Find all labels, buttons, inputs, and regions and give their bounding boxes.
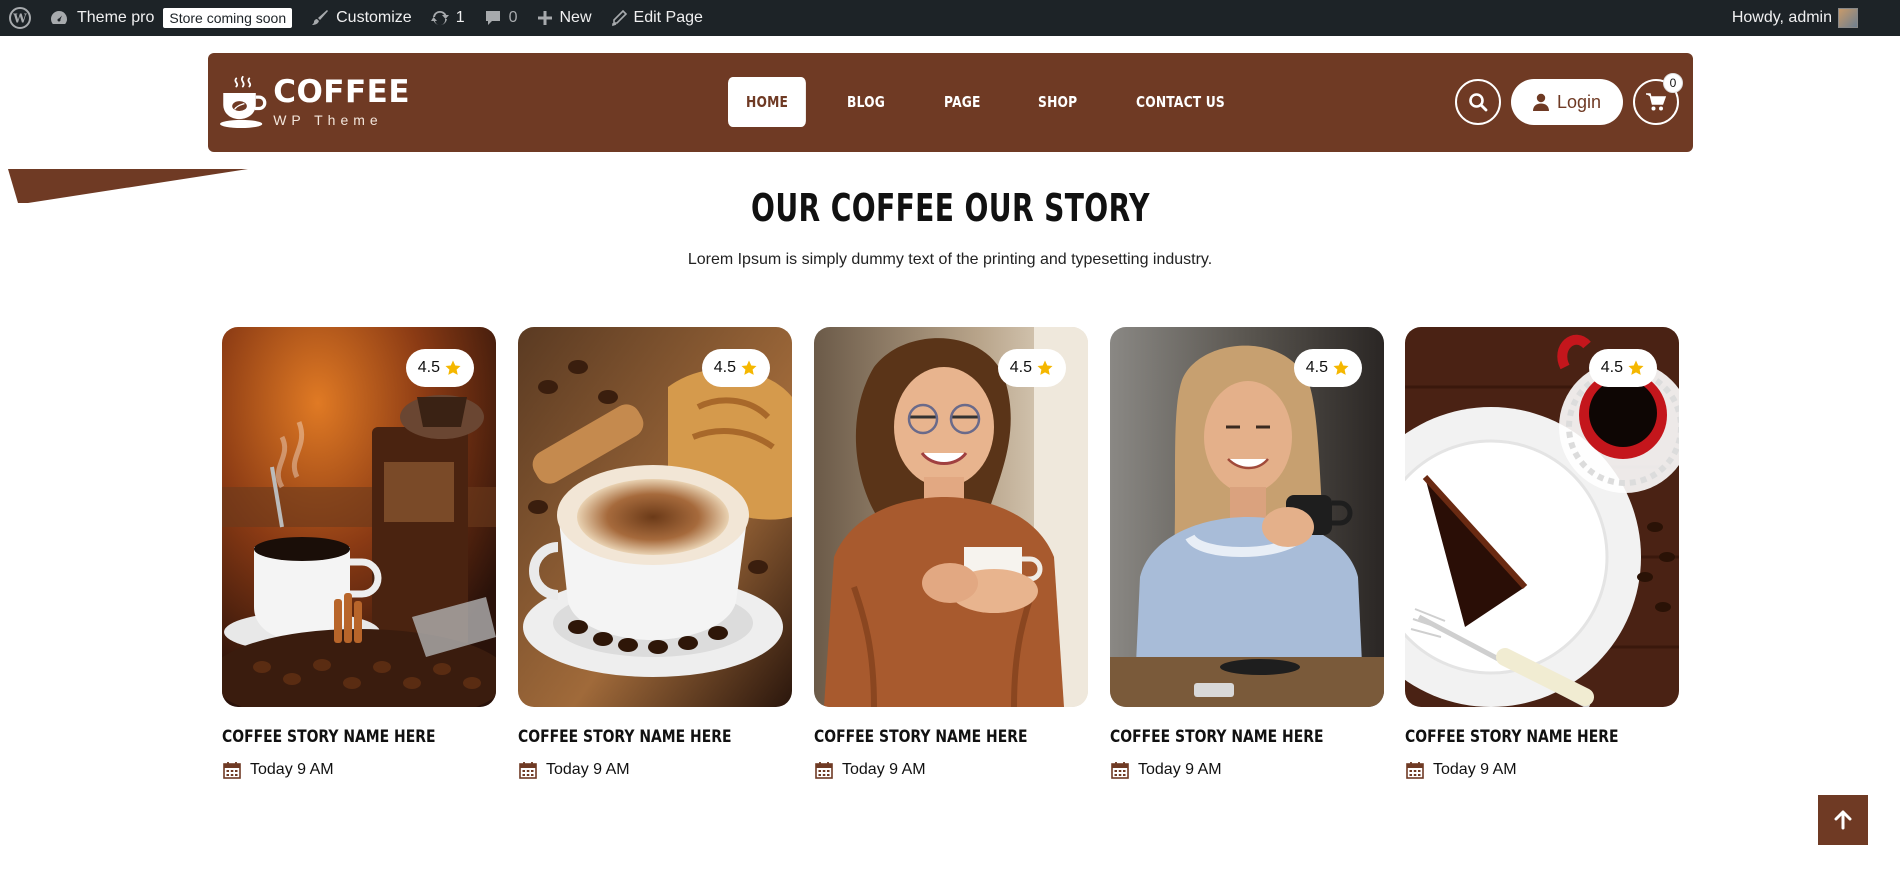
login-label: Login	[1556, 91, 1601, 112]
story-card[interactable]: 4.5 COFFEE STORY NAME HERE Today 9 AM	[518, 327, 792, 780]
card-title[interactable]: COFFEE STORY NAME HERE	[1110, 727, 1335, 747]
story-card[interactable]: 4.5 COFFEE STORY NAME HERE Today 9 AM	[222, 327, 496, 780]
card-date-text: Today 9 AM	[1138, 761, 1222, 778]
new-content-link[interactable]: New	[527, 0, 601, 36]
nav-page[interactable]: PAGE	[926, 77, 999, 127]
rating-value: 4.5	[417, 359, 440, 376]
story-card[interactable]: 4.5 COFFEE STORY NAME HERE Today 9 AM	[1405, 327, 1679, 780]
login-button[interactable]: Login	[1510, 79, 1623, 125]
updates-link[interactable]: 1	[421, 0, 474, 36]
site-logo[interactable]: COFFEE WP Theme	[220, 65, 410, 139]
card-image[interactable]: 4.5	[1110, 327, 1384, 707]
card-date-text: Today 9 AM	[842, 761, 926, 778]
calendar-icon	[815, 762, 833, 779]
card-image[interactable]: 4.5	[814, 327, 1088, 707]
rating-badge: 4.5	[1293, 349, 1362, 387]
calendar-icon	[1111, 762, 1129, 779]
nav-blog[interactable]: BLOG	[829, 77, 903, 127]
star-icon	[1037, 360, 1053, 375]
card-title[interactable]: COFFEE STORY NAME HERE	[1405, 727, 1630, 747]
card-date: Today 9 AM	[814, 760, 1088, 780]
nav-contact-us[interactable]: CONTACT US	[1118, 77, 1243, 127]
site-name-link[interactable]: Theme pro	[40, 0, 163, 36]
greeting: Howdy, admin	[1731, 9, 1832, 26]
coffee-cup-logo-icon	[220, 75, 267, 129]
rating-badge: 4.5	[997, 349, 1066, 387]
pencil-icon	[611, 9, 627, 27]
back-to-top-button[interactable]	[1818, 795, 1868, 845]
card-date: Today 9 AM	[1405, 760, 1679, 780]
updates-count: 1	[455, 9, 465, 26]
card-date-text: Today 9 AM	[250, 761, 334, 778]
edit-page-label: Edit Page	[633, 9, 703, 26]
dashboard-icon	[51, 11, 67, 24]
avatar	[1838, 8, 1858, 28]
logo-title: COFFEE	[273, 73, 410, 110]
user-icon	[1532, 93, 1549, 111]
comments-count: 0	[508, 9, 518, 26]
card-date-text: Today 9 AM	[1433, 761, 1517, 778]
updates-icon	[430, 10, 449, 26]
rating-value: 4.5	[1305, 359, 1328, 376]
section-title: OUR COFFEE OUR STORY	[0, 186, 1900, 230]
search-button[interactable]	[1454, 79, 1501, 125]
new-label: New	[559, 9, 592, 26]
card-image[interactable]: 4.5	[518, 327, 792, 707]
cart-button[interactable]: 0	[1633, 73, 1683, 125]
card-title[interactable]: COFFEE STORY NAME HERE	[814, 727, 1039, 747]
comment-icon	[485, 11, 500, 25]
card-title[interactable]: COFFEE STORY NAME HERE	[222, 727, 447, 747]
search-icon	[1469, 93, 1488, 112]
rating-value: 4.5	[713, 359, 736, 376]
section-title-text: OUR COFFEE OUR STORY	[750, 186, 1150, 230]
rating-value: 4.5	[1600, 359, 1623, 376]
star-icon	[741, 360, 757, 375]
plus-icon	[537, 11, 552, 25]
customize-link[interactable]: Customize	[301, 0, 421, 36]
card-date: Today 9 AM	[518, 760, 792, 780]
comments-link[interactable]: 0	[474, 0, 527, 36]
store-status[interactable]: Store coming soon	[163, 0, 301, 36]
story-card[interactable]: 4.5 COFFEE STORY NAME HERE Today 9 AM	[1110, 327, 1384, 780]
card-date: Today 9 AM	[1110, 760, 1384, 780]
account-menu[interactable]: Howdy, admin	[1723, 0, 1900, 36]
section-subtitle: Lorem Ipsum is simply dummy text of the …	[687, 251, 1213, 268]
logo-subtitle: WP Theme	[273, 111, 383, 128]
rating-badge: 4.5	[701, 349, 770, 387]
cart-count-badge: 0	[1663, 73, 1683, 93]
customize-label: Customize	[336, 9, 412, 26]
card-date-text: Today 9 AM	[546, 761, 630, 778]
calendar-icon	[519, 762, 537, 779]
card-image[interactable]: 4.5	[222, 327, 496, 707]
header-actions: Login 0	[1454, 73, 1683, 125]
rating-badge: 4.5	[1588, 349, 1657, 387]
calendar-icon	[1406, 762, 1424, 779]
admin-bar: W Theme pro Store coming soon Customize …	[0, 0, 1900, 36]
wordpress-logo-icon[interactable]: W	[0, 0, 40, 36]
rating-badge: 4.5	[405, 349, 474, 387]
card-image[interactable]: 4.5	[1405, 327, 1679, 707]
site-name: Theme pro	[77, 9, 155, 26]
nav-home[interactable]: HOME	[728, 77, 807, 127]
svg-text:W: W	[12, 12, 27, 26]
arrow-up-icon	[1834, 810, 1852, 830]
site-header: COFFEE WP Theme HOME BLOG PAGE SHOP CONT…	[208, 53, 1693, 152]
edit-page-link[interactable]: Edit Page	[601, 0, 712, 36]
star-icon	[1333, 360, 1349, 375]
star-icon	[445, 360, 461, 375]
rating-value: 4.5	[1009, 359, 1032, 376]
store-coming-soon-badge: Store coming soon	[163, 8, 293, 28]
main-nav: HOME BLOG PAGE SHOP CONTACT US	[728, 77, 1277, 127]
calendar-icon	[223, 762, 241, 779]
story-card[interactable]: 4.5 COFFEE STORY NAME HERE Today 9 AM	[814, 327, 1088, 780]
card-title[interactable]: COFFEE STORY NAME HERE	[518, 727, 743, 747]
star-icon	[1628, 360, 1644, 375]
nav-shop[interactable]: SHOP	[1020, 77, 1095, 127]
paintbrush-icon	[312, 10, 329, 25]
cart-icon	[1646, 93, 1667, 111]
card-date: Today 9 AM	[222, 760, 496, 780]
